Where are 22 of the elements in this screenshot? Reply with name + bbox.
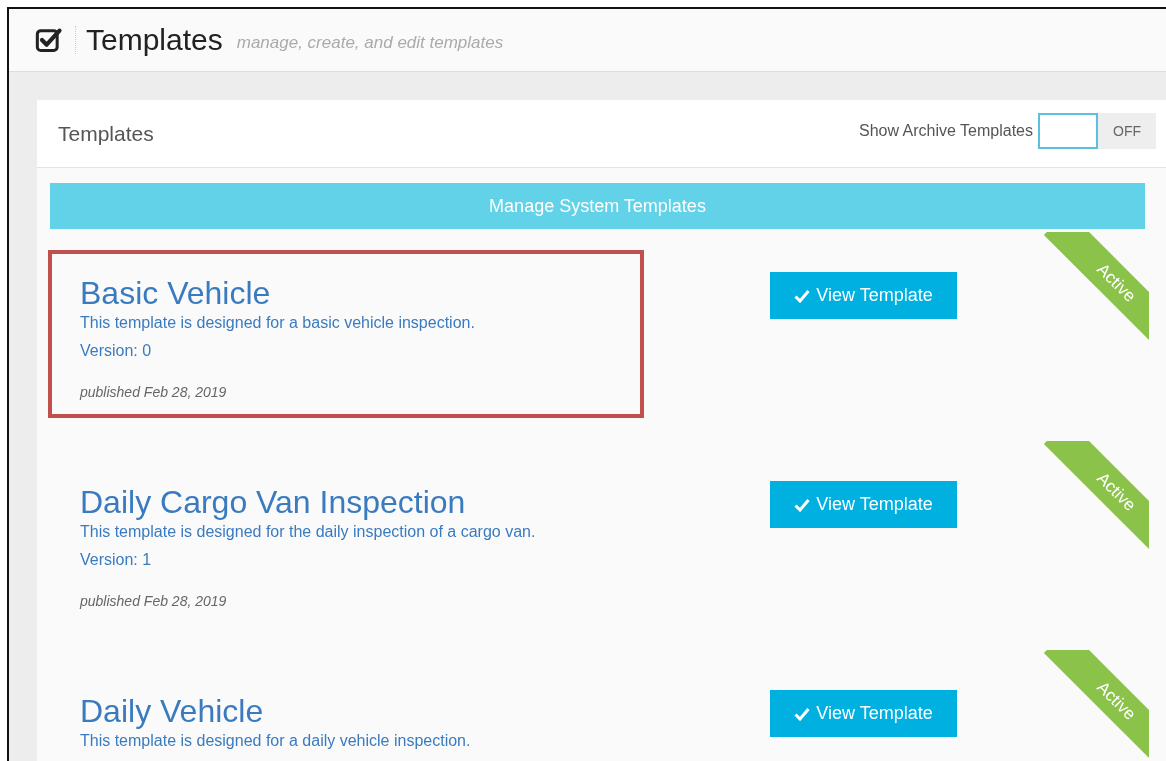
template-title[interactable]: Daily Cargo Van Inspection xyxy=(80,483,640,521)
check-icon xyxy=(794,497,811,512)
view-template-button[interactable]: View Template xyxy=(770,272,957,319)
template-description: This template is designed for a daily vehicle inspection. xyxy=(80,732,472,750)
archive-toggle[interactable]: OFF xyxy=(1038,112,1156,149)
checkbox-icon xyxy=(35,26,63,54)
template-version: Version: 0 xyxy=(80,342,153,360)
check-icon xyxy=(794,706,811,721)
view-template-button[interactable]: View Template xyxy=(770,690,957,737)
template-title[interactable]: Daily Vehicle xyxy=(80,692,640,730)
check-icon xyxy=(794,288,811,303)
page-subtitle: manage, create, and edit templates xyxy=(236,33,504,53)
template-version: Version: 1 xyxy=(80,551,153,569)
template-description: This template is designed for a basic vehicle inspection. xyxy=(80,314,476,332)
template-description: This template is designed for the daily inspection of a cargo van. xyxy=(80,523,537,541)
template-title[interactable]: Basic Vehicle xyxy=(80,274,640,312)
page-title: Templates xyxy=(86,23,223,57)
published-date: published Feb 28, 2019 xyxy=(80,384,228,400)
toggle-label: Show Archive Templates xyxy=(859,121,1033,140)
published-date: published Feb 28, 2019 xyxy=(80,593,228,609)
panel-title: Templates xyxy=(58,121,154,146)
view-template-button[interactable]: View Template xyxy=(770,481,957,528)
